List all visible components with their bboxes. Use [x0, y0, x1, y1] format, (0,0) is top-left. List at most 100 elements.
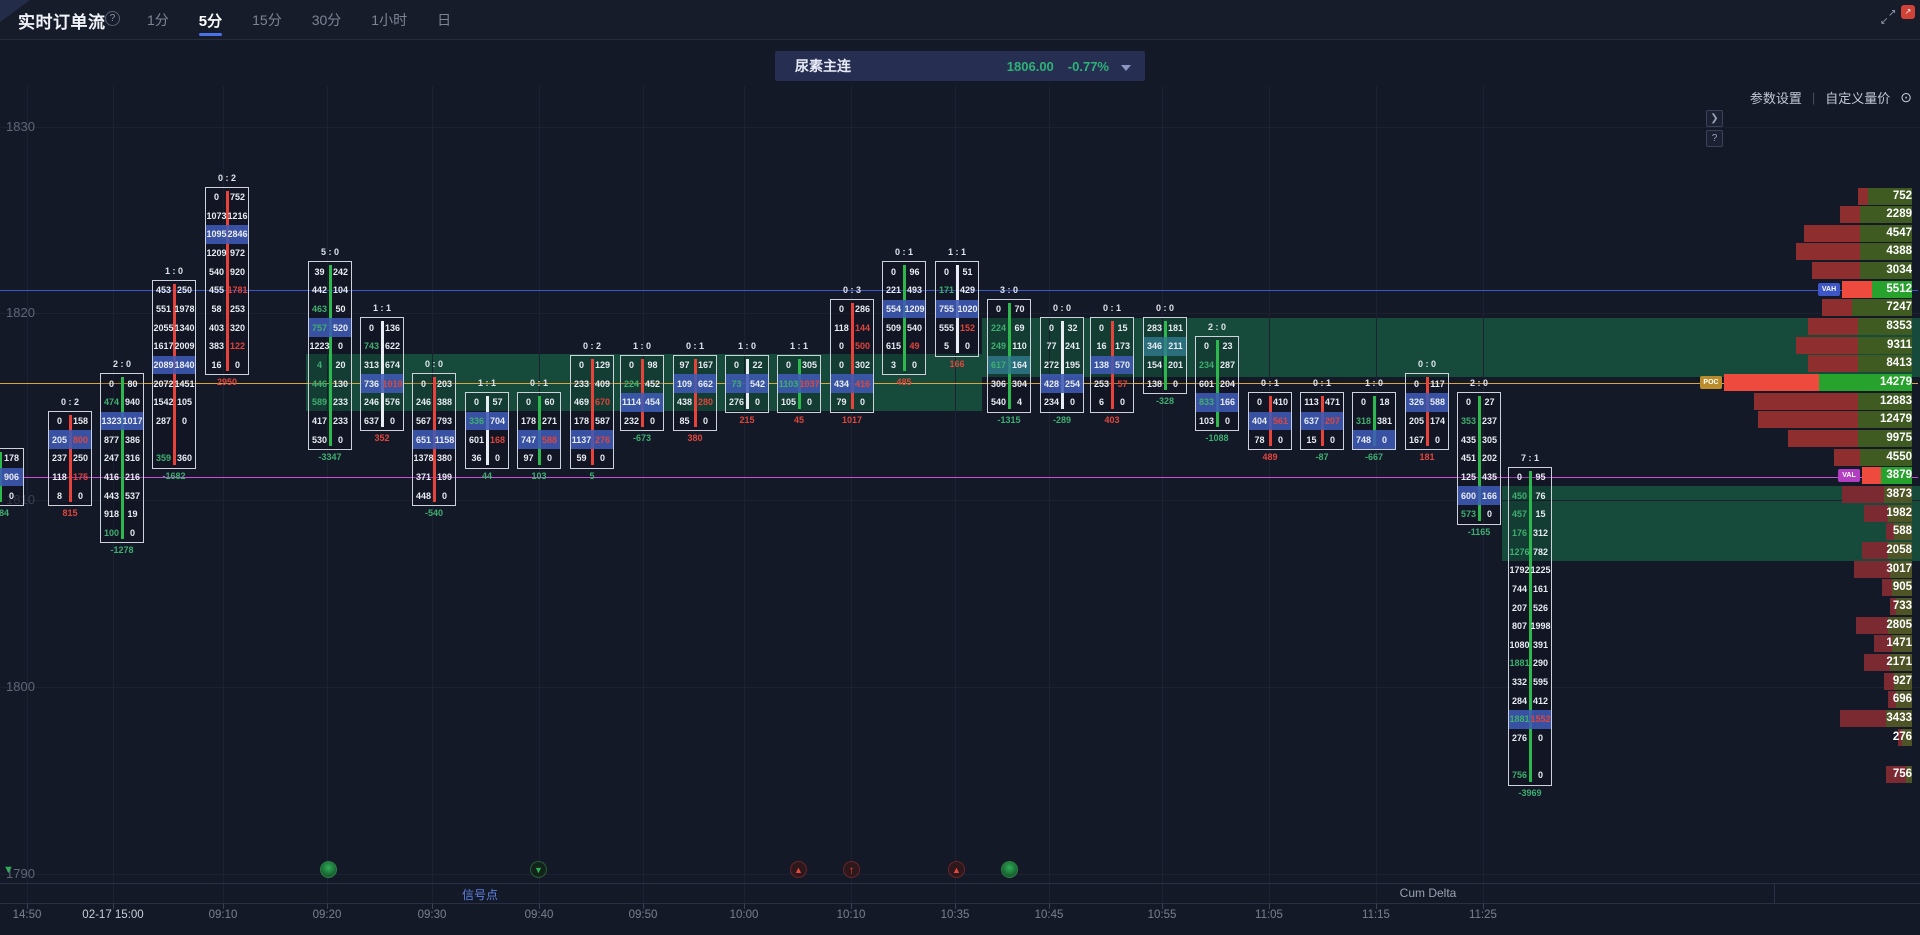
- profile-row: 2289: [0, 206, 1920, 223]
- profile-row: 12883: [0, 393, 1920, 410]
- profile-volume-value: 1471: [1886, 635, 1912, 652]
- signal-marker-plain[interactable]: ▼: [0, 861, 17, 878]
- profile-volume-value: 12479: [1880, 411, 1912, 428]
- signal-marker-ball[interactable]: [320, 861, 337, 878]
- profile-row: 752: [0, 188, 1920, 205]
- profile-volume-value: 588: [1893, 523, 1912, 540]
- pane-label-cum-delta: Cum Delta: [1383, 886, 1473, 900]
- profile-sell-bar: [1796, 337, 1858, 354]
- profile-row: 3433: [0, 710, 1920, 727]
- time-axis-label: 10:00: [689, 909, 799, 921]
- time-axis-label: 09:50: [588, 909, 698, 921]
- profile-volume-value: 3433: [1886, 710, 1912, 727]
- profile-row: 733: [0, 598, 1920, 615]
- time-axis-label: 02-17 15:00: [58, 909, 168, 921]
- profile-row: 7247: [0, 299, 1920, 316]
- pane-separator-top: [0, 883, 1920, 884]
- profile-volume-value: 733: [1893, 598, 1912, 615]
- tab-1小时[interactable]: 1小时: [369, 1, 409, 39]
- time-axis-label: 09:40: [484, 909, 594, 921]
- profile-volume-value: 756: [1893, 766, 1912, 783]
- profile-volume-value: 14279: [1880, 374, 1912, 391]
- profile-volume-value: 7247: [1886, 299, 1912, 316]
- time-axis-label: 10:45: [994, 909, 1104, 921]
- profile-volume-value: 2289: [1886, 206, 1912, 223]
- profile-sell-bar: [1724, 374, 1819, 391]
- pane-separator-bottom: [0, 903, 1920, 904]
- signal-marker-tri-down[interactable]: ▼: [530, 861, 547, 878]
- profile-row: 1471: [0, 635, 1920, 652]
- profile-row: 696: [0, 691, 1920, 708]
- profile-sell-bar: [1864, 505, 1888, 522]
- signal-marker-tri-up[interactable]: ▲: [790, 861, 807, 878]
- profile-row: 8353: [0, 318, 1920, 335]
- profile-row: 9311: [0, 337, 1920, 354]
- profile-row: 14279: [0, 374, 1920, 391]
- time-axis-label: 10:10: [796, 909, 906, 921]
- profile-sell-bar: [1808, 355, 1858, 372]
- time-axis-label: 11:25: [1428, 909, 1538, 921]
- profile-volume-value: 927: [1893, 673, 1912, 690]
- profile-row: 276: [0, 729, 1920, 746]
- profile-sell-bar: [1804, 225, 1860, 242]
- profile-volume-value: 12883: [1880, 393, 1912, 410]
- profile-row: 8413: [0, 355, 1920, 372]
- imbalance-header: 0 : 2: [192, 173, 262, 183]
- signal-marker-arrow-up[interactable]: ↑: [843, 861, 860, 878]
- profile-volume-value: 4550: [1886, 449, 1912, 466]
- profile-row: 3034: [0, 262, 1920, 279]
- close-icon[interactable]: ↗: [1901, 5, 1915, 19]
- profile-volume-value: 8353: [1886, 318, 1912, 335]
- price-gridline-1830: [0, 127, 1920, 128]
- poc-badge: POC: [1700, 376, 1722, 389]
- profile-row: 4547: [0, 225, 1920, 242]
- profile-sell-bar: [1808, 318, 1858, 335]
- profile-sell-bar: [1758, 411, 1858, 428]
- profile-volume-value: 276: [1893, 729, 1912, 746]
- profile-volume-value: 3034: [1886, 262, 1912, 279]
- profile-row: 2058: [0, 542, 1920, 559]
- profile-row: 3017: [0, 561, 1920, 578]
- time-axis-label: 09:10: [168, 909, 278, 921]
- profile-sell-bar: [1862, 542, 1888, 559]
- help-icon[interactable]: ?: [105, 11, 120, 26]
- profile-sell-bar: [1840, 206, 1860, 223]
- profile-row: 12479: [0, 411, 1920, 428]
- tab-1分[interactable]: 1分: [145, 1, 171, 39]
- profile-sell-bar: [1842, 486, 1884, 503]
- profile-sell-bar: [1854, 561, 1890, 578]
- tab-日[interactable]: 日: [435, 1, 453, 39]
- tab-30分[interactable]: 30分: [310, 1, 344, 39]
- profile-sell-bar: [1856, 617, 1888, 634]
- page-title: 实时订单流: [18, 8, 106, 33]
- profile-volume-value: 9311: [1887, 337, 1912, 354]
- profile-sell-bar: [1882, 579, 1892, 596]
- profile-row: 927: [0, 673, 1920, 690]
- profile-sell-bar: [1812, 262, 1860, 279]
- profile-row: 905: [0, 579, 1920, 596]
- time-axis-label: 09:20: [272, 909, 382, 921]
- profile-volume-value: 2058: [1886, 542, 1912, 559]
- profile-sell-bar: [1788, 430, 1858, 447]
- candle-delta: -3969: [1490, 788, 1570, 798]
- tab-15分[interactable]: 15分: [250, 1, 284, 39]
- profile-row: 2171: [0, 654, 1920, 671]
- time-axis-label: 09:30: [377, 909, 487, 921]
- profile-sell-bar: [1842, 281, 1872, 298]
- time-axis-label: 11:05: [1214, 909, 1324, 921]
- profile-volume-value: 905: [1893, 579, 1912, 596]
- top-bar: 实时订单流 ? 1分 5分 15分 30分 1小时日 ↗↙ ↗: [0, 0, 1920, 40]
- tab-5分[interactable]: 5分: [197, 1, 224, 40]
- profile-volume-value: 2171: [1886, 654, 1912, 671]
- signal-marker-tri-up[interactable]: ▲: [948, 861, 965, 878]
- profile-row: 756: [0, 766, 1920, 783]
- profile-sell-bar: [1840, 710, 1886, 727]
- orderflow-app: 实时订单流 ? 1分5分15分30分1小时日 ↗↙ ↗ 尿素主连 1806.00…: [0, 0, 1920, 935]
- time-axis-label: 11:15: [1321, 909, 1431, 921]
- collapse-icon[interactable]: ↗↙: [1880, 10, 1900, 30]
- profile-row: 2805: [0, 617, 1920, 634]
- profile-sell-bar: [1796, 243, 1860, 260]
- profile-volume-value: 4547: [1886, 225, 1912, 242]
- profile-volume-value: 3017: [1886, 561, 1912, 578]
- signal-marker-ball[interactable]: [1001, 861, 1018, 878]
